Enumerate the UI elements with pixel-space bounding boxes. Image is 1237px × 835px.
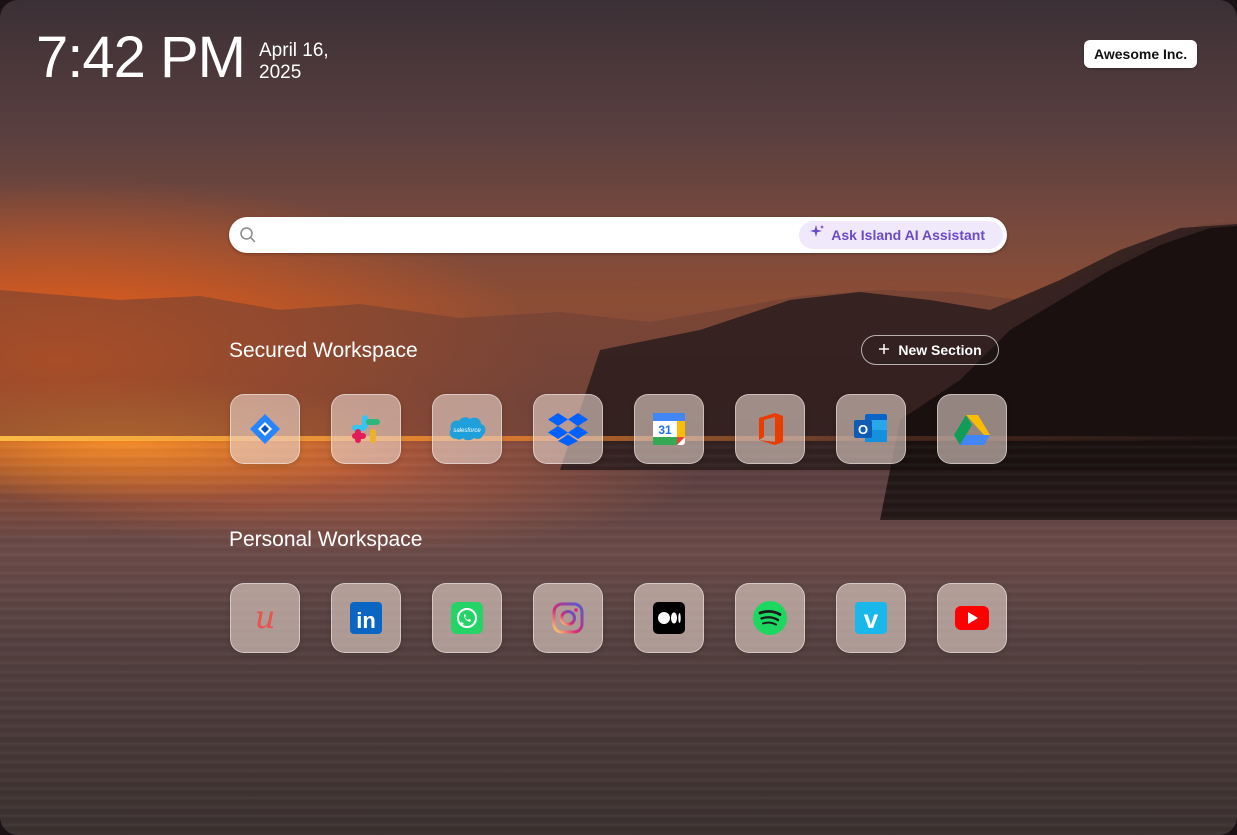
app-tile-slack[interactable] xyxy=(331,394,401,464)
ask-ai-label: Ask Island AI Assistant xyxy=(831,227,985,243)
clock-time: 7:42 PM xyxy=(36,25,246,90)
clock-date: April 16, 2025 xyxy=(259,40,329,84)
salesforce-icon: salesforce xyxy=(447,415,487,443)
app-tile-linkedin[interactable]: in xyxy=(331,583,401,653)
ask-ai-assistant-button[interactable]: Ask Island AI Assistant xyxy=(799,221,1003,249)
search-input[interactable] xyxy=(265,223,829,249)
app-tile-outlook[interactable]: O xyxy=(836,394,906,464)
udemy-letter: u xyxy=(255,600,276,636)
google-calendar-icon: 31 xyxy=(651,411,687,447)
new-section-label: New Section xyxy=(898,342,982,358)
youtube-icon xyxy=(954,605,990,631)
app-tile-google-drive[interactable] xyxy=(937,394,1007,464)
app-tile-udemy[interactable]: u xyxy=(230,583,300,653)
secured-workspace-title: Secured Workspace xyxy=(229,339,418,362)
app-tile-salesforce[interactable]: salesforce xyxy=(432,394,502,464)
sparkle-icon xyxy=(809,221,825,249)
date-line-1: April 16, xyxy=(259,40,329,61)
udemy-icon: u xyxy=(247,600,283,636)
app-tile-jira[interactable] xyxy=(230,394,300,464)
app-tile-youtube[interactable] xyxy=(937,583,1007,653)
new-section-button[interactable]: New Section xyxy=(861,335,999,365)
search-bar[interactable]: Ask Island AI Assistant xyxy=(229,217,1007,253)
organization-badge[interactable]: Awesome Inc. xyxy=(1084,40,1198,68)
whatsapp-icon xyxy=(450,601,484,635)
microsoft-office-icon xyxy=(755,412,785,446)
plus-icon xyxy=(878,336,890,364)
app-tile-dropbox[interactable] xyxy=(533,394,603,464)
medium-icon xyxy=(652,601,686,635)
slack-icon xyxy=(349,412,383,446)
linkedin-icon: in xyxy=(349,601,383,635)
app-tile-whatsapp[interactable] xyxy=(432,583,502,653)
salesforce-text: salesforce xyxy=(453,428,481,434)
app-tile-google-calendar[interactable]: 31 xyxy=(634,394,704,464)
outlook-icon: O xyxy=(853,412,889,446)
spotify-icon xyxy=(752,600,788,636)
vimeo-icon: v xyxy=(854,601,888,635)
date-line-2: 2025 xyxy=(259,62,302,83)
dropbox-icon xyxy=(548,411,588,447)
calendar-day: 31 xyxy=(658,423,672,437)
secured-apps-row: salesforce 31 O xyxy=(230,394,1007,464)
jira-icon xyxy=(248,412,282,446)
search-icon xyxy=(239,226,257,249)
app-tile-microsoft-office[interactable] xyxy=(735,394,805,464)
linkedin-letters: in xyxy=(356,608,376,633)
instagram-icon xyxy=(551,601,585,635)
app-tile-medium[interactable] xyxy=(634,583,704,653)
personal-apps-row: u in v xyxy=(230,583,1007,653)
app-tile-instagram[interactable] xyxy=(533,583,603,653)
outlook-letter: O xyxy=(858,422,868,437)
new-tab-page: 7:42 PM April 16, 2025 Awesome Inc. Ask … xyxy=(0,0,1237,835)
personal-workspace-title: Personal Workspace xyxy=(229,528,423,551)
app-tile-spotify[interactable] xyxy=(735,583,805,653)
app-tile-vimeo[interactable]: v xyxy=(836,583,906,653)
vimeo-letter: v xyxy=(864,604,879,634)
google-drive-icon xyxy=(954,413,990,445)
